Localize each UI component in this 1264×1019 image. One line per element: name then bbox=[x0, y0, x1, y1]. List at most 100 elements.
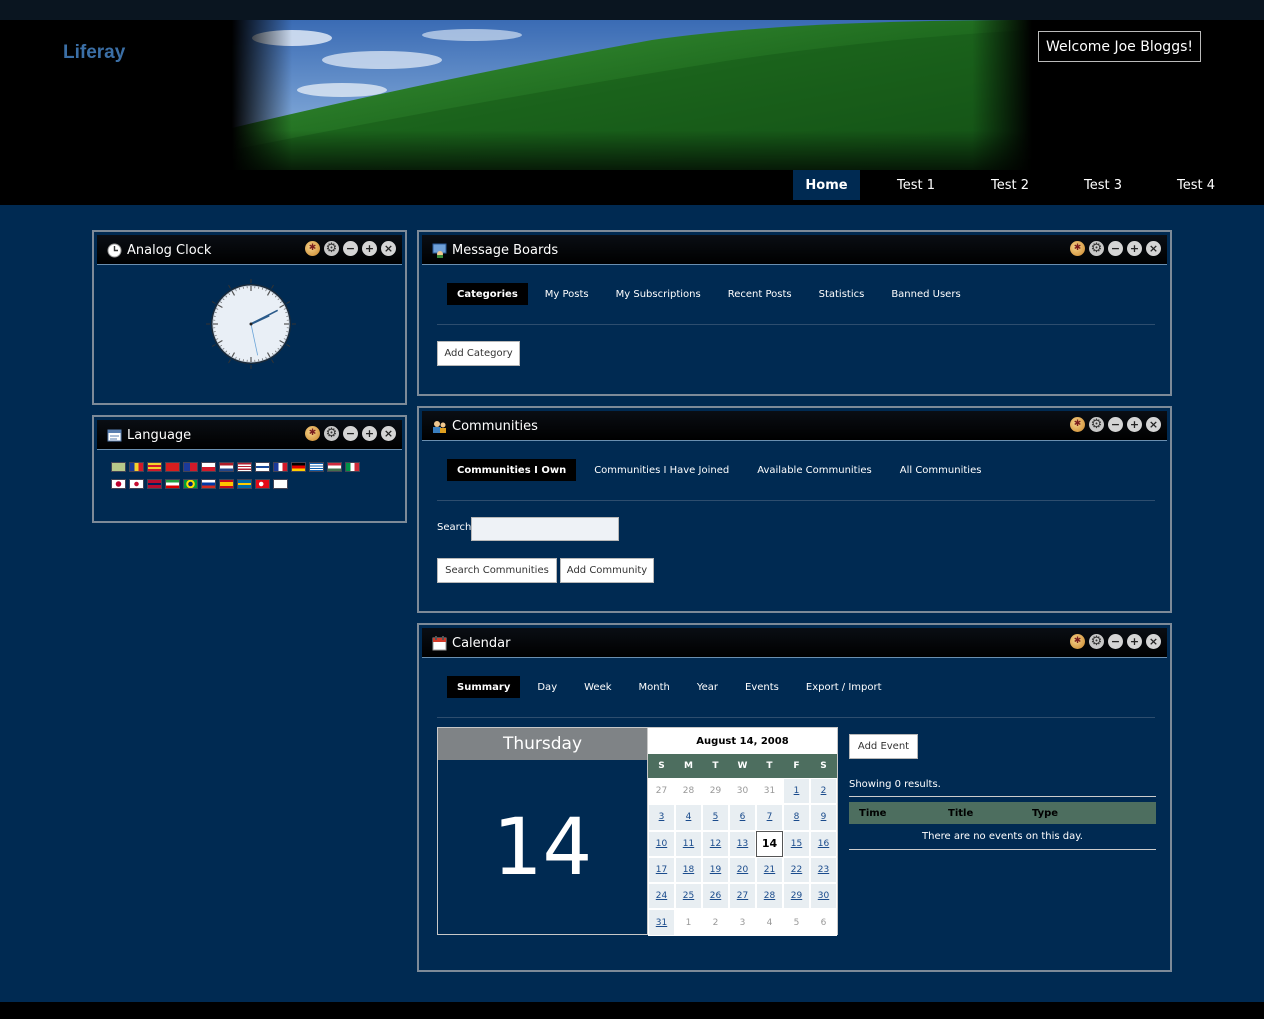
search-input[interactable] bbox=[471, 517, 619, 541]
tab-recent-posts[interactable]: Recent Posts bbox=[718, 283, 802, 305]
calendar-day-cell[interactable]: 16 bbox=[810, 830, 837, 857]
flag-vi-icon[interactable] bbox=[273, 479, 288, 489]
calendar-day-cell[interactable]: 17 bbox=[648, 856, 675, 884]
calendar-day-cell[interactable]: 1 bbox=[783, 778, 810, 805]
tab-banned-users[interactable]: Banned Users bbox=[881, 283, 970, 305]
flag-ar-icon[interactable] bbox=[111, 462, 126, 472]
calendar-today-cell[interactable]: 14 bbox=[756, 830, 783, 857]
close-icon[interactable]: × bbox=[1146, 634, 1161, 649]
search-communities-button[interactable]: Search Communities bbox=[437, 558, 557, 583]
close-icon[interactable]: × bbox=[1146, 417, 1161, 432]
calendar-day-cell[interactable]: 19 bbox=[702, 856, 729, 884]
tab-events[interactable]: Events bbox=[735, 676, 789, 698]
logo[interactable]: Liferay bbox=[63, 42, 125, 64]
maximize-icon[interactable]: + bbox=[1127, 417, 1142, 432]
calendar-day-cell[interactable]: 12 bbox=[702, 830, 729, 857]
tab-export-import[interactable]: Export / Import bbox=[796, 676, 892, 698]
flag-pt-icon[interactable] bbox=[183, 479, 198, 489]
flag-cs-icon[interactable] bbox=[201, 462, 216, 472]
maximize-icon[interactable]: + bbox=[362, 426, 377, 441]
calendar-day-cell[interactable]: 21 bbox=[756, 856, 783, 884]
calendar-day-cell[interactable]: 28 bbox=[756, 883, 783, 910]
calendar-day-cell[interactable]: 20 bbox=[729, 856, 756, 884]
flag-el-icon[interactable] bbox=[309, 462, 324, 472]
calendar-day-cell[interactable]: 18 bbox=[675, 856, 702, 884]
minimize-icon[interactable]: − bbox=[343, 426, 358, 441]
tab-my-posts[interactable]: My Posts bbox=[535, 283, 599, 305]
add-category-button[interactable]: Add Category bbox=[437, 341, 520, 366]
look-and-feel-icon[interactable]: ✱ bbox=[1070, 417, 1085, 432]
flag-tr-icon[interactable] bbox=[255, 479, 270, 489]
flag-nl-icon[interactable] bbox=[219, 462, 234, 472]
flag-en-icon[interactable] bbox=[237, 462, 252, 472]
tab-communities-i-have-joined[interactable]: Communities I Have Joined bbox=[584, 459, 739, 481]
look-and-feel-icon[interactable]: ✱ bbox=[305, 241, 320, 256]
calendar-day-cell[interactable]: 29 bbox=[783, 883, 810, 910]
tab-day[interactable]: Day bbox=[527, 676, 567, 698]
flag-ru-icon[interactable] bbox=[201, 479, 216, 489]
flag-ko-icon[interactable] bbox=[129, 479, 144, 489]
close-icon[interactable]: × bbox=[381, 241, 396, 256]
minimize-icon[interactable]: − bbox=[343, 241, 358, 256]
look-and-feel-icon[interactable]: ✱ bbox=[305, 426, 320, 441]
calendar-day-cell[interactable]: 22 bbox=[783, 856, 810, 884]
tab-communities-i-own[interactable]: Communities I Own bbox=[447, 459, 577, 481]
configuration-icon[interactable]: ⚙ bbox=[324, 426, 339, 441]
nav-home[interactable]: Home bbox=[793, 170, 860, 200]
configuration-icon[interactable]: ⚙ bbox=[1089, 417, 1104, 432]
add-event-button[interactable]: Add Event bbox=[849, 734, 918, 759]
flag-fa-icon[interactable] bbox=[165, 479, 180, 489]
configuration-icon[interactable]: ⚙ bbox=[324, 241, 339, 256]
nav-test-3[interactable]: Test 3 bbox=[1067, 170, 1139, 200]
minimize-icon[interactable]: − bbox=[1108, 417, 1123, 432]
calendar-day-cell[interactable]: 30 bbox=[810, 883, 837, 910]
calendar-day-cell[interactable]: 31 bbox=[648, 909, 675, 936]
flag-hu-icon[interactable] bbox=[327, 462, 342, 472]
calendar-day-cell[interactable]: 24 bbox=[648, 883, 675, 910]
flag-ca-ad-icon[interactable] bbox=[129, 462, 144, 472]
nav-test-4[interactable]: Test 4 bbox=[1160, 170, 1232, 200]
minimize-icon[interactable]: − bbox=[1108, 241, 1123, 256]
flag-it-icon[interactable] bbox=[345, 462, 360, 472]
maximize-icon[interactable]: + bbox=[1127, 241, 1142, 256]
tab-categories[interactable]: Categories bbox=[447, 283, 528, 305]
calendar-day-cell[interactable]: 25 bbox=[675, 883, 702, 910]
calendar-day-cell[interactable]: 4 bbox=[675, 804, 702, 831]
calendar-day-cell[interactable]: 5 bbox=[702, 804, 729, 831]
tab-year[interactable]: Year bbox=[687, 676, 728, 698]
flag-fr-icon[interactable] bbox=[273, 462, 288, 472]
calendar-day-cell[interactable]: 27 bbox=[729, 883, 756, 910]
nav-test-2[interactable]: Test 2 bbox=[974, 170, 1046, 200]
maximize-icon[interactable]: + bbox=[362, 241, 377, 256]
close-icon[interactable]: × bbox=[1146, 241, 1161, 256]
tab-month[interactable]: Month bbox=[629, 676, 680, 698]
flag-ca-es-icon[interactable] bbox=[147, 462, 162, 472]
look-and-feel-icon[interactable]: ✱ bbox=[1070, 634, 1085, 649]
look-and-feel-icon[interactable]: ✱ bbox=[1070, 241, 1085, 256]
flag-fi-icon[interactable] bbox=[255, 462, 270, 472]
tab-summary[interactable]: Summary bbox=[447, 676, 521, 698]
flag-es-icon[interactable] bbox=[219, 479, 234, 489]
flag-de-icon[interactable] bbox=[291, 462, 306, 472]
calendar-day-cell[interactable]: 23 bbox=[810, 856, 837, 884]
tab-available-communities[interactable]: Available Communities bbox=[747, 459, 882, 481]
tab-all-communities[interactable]: All Communities bbox=[890, 459, 992, 481]
flag-sv-icon[interactable] bbox=[237, 479, 252, 489]
flag-nb-icon[interactable] bbox=[147, 479, 162, 489]
close-icon[interactable]: × bbox=[381, 426, 396, 441]
configuration-icon[interactable]: ⚙ bbox=[1089, 241, 1104, 256]
tab-week[interactable]: Week bbox=[574, 676, 621, 698]
calendar-day-cell[interactable]: 9 bbox=[810, 804, 837, 831]
maximize-icon[interactable]: + bbox=[1127, 634, 1142, 649]
calendar-day-cell[interactable]: 2 bbox=[810, 778, 837, 805]
flag-ja-icon[interactable] bbox=[111, 479, 126, 489]
calendar-day-cell[interactable]: 3 bbox=[648, 804, 675, 831]
calendar-day-cell[interactable]: 7 bbox=[756, 804, 783, 831]
add-community-button[interactable]: Add Community bbox=[560, 558, 654, 583]
calendar-day-cell[interactable]: 13 bbox=[729, 830, 756, 857]
calendar-day-cell[interactable]: 8 bbox=[783, 804, 810, 831]
calendar-day-cell[interactable]: 6 bbox=[729, 804, 756, 831]
nav-test-1[interactable]: Test 1 bbox=[880, 170, 952, 200]
calendar-day-cell[interactable]: 26 bbox=[702, 883, 729, 910]
configuration-icon[interactable]: ⚙ bbox=[1089, 634, 1104, 649]
